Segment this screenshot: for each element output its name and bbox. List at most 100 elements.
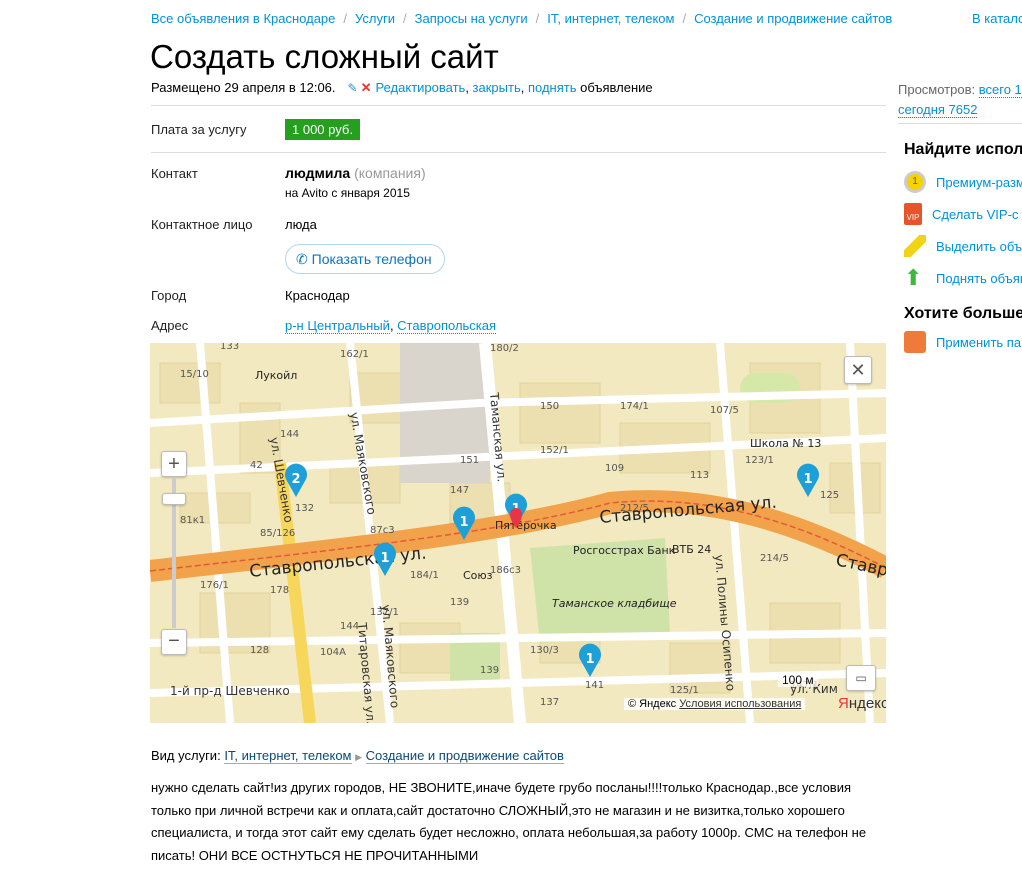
poi-pyaterochka: Пятёрочка xyxy=(495,519,557,532)
district-link[interactable]: р-н Центральный xyxy=(285,318,390,334)
views-total[interactable]: всего 1 xyxy=(978,82,1022,98)
svg-text:150: 150 xyxy=(540,401,559,412)
vip-item[interactable]: VIP Сделать VIP-с xyxy=(904,198,1022,230)
city-value: Краснодар xyxy=(285,288,350,303)
person-name: люда xyxy=(285,217,317,232)
highlight-item[interactable]: Выделить объ xyxy=(904,230,1022,262)
yandex-logo: Яндекс xyxy=(838,695,886,712)
divider xyxy=(898,123,1022,124)
views-today[interactable]: сегодня 7652 xyxy=(898,102,978,118)
raise-ad-link[interactable]: Поднять объяв xyxy=(936,271,1022,286)
zoom-out-button[interactable]: − xyxy=(161,629,187,655)
divider xyxy=(151,152,886,153)
poi-vtb: ВТБ 24 xyxy=(672,543,711,556)
contact-name[interactable]: людмила xyxy=(285,165,350,181)
separator: / xyxy=(682,11,687,26)
separator: / xyxy=(535,11,540,26)
poi-school: Школа № 13 xyxy=(750,437,821,450)
vip-link[interactable]: Сделать VIP-с xyxy=(932,207,1018,222)
zoom-slider-handle[interactable] xyxy=(162,493,186,505)
divider xyxy=(151,105,886,106)
map-marker-count: 1 xyxy=(459,515,468,530)
breadcrumb-websites[interactable]: Создание и продвижение сайтов xyxy=(694,11,892,26)
package-item[interactable]: Применить па xyxy=(904,326,1022,358)
zoom-in-button[interactable]: + xyxy=(161,451,187,477)
separator: / xyxy=(403,11,407,26)
contact-label: Контакт xyxy=(151,166,198,181)
more-heading: Хотите больше xyxy=(904,305,1022,322)
svg-text:180/2: 180/2 xyxy=(490,343,519,354)
svg-text:87с3: 87с3 xyxy=(370,525,395,536)
breadcrumb-requests[interactable]: Запросы на услуги xyxy=(415,11,528,26)
terms-link[interactable]: Условия использования xyxy=(679,698,801,710)
svg-text:125/1: 125/1 xyxy=(670,685,699,696)
page-title: Создать сложный сайт xyxy=(150,38,499,75)
street-link[interactable]: Ставропольская xyxy=(397,318,497,334)
city-label: Город xyxy=(151,288,187,303)
raise-item[interactable]: ⬆ Поднять объяв xyxy=(904,262,1022,294)
svg-text:184/1: 184/1 xyxy=(410,570,439,581)
map-canvas: 15/10 133 162/1 180/2 150 174/1 107/5 144 151 152… xyxy=(150,343,886,723)
package-box-icon xyxy=(904,331,926,353)
show-phone-label: Показать телефон xyxy=(311,251,432,267)
svg-text:152/1: 152/1 xyxy=(540,445,569,456)
contact-since: на Avito с января 2015 xyxy=(285,186,410,200)
svg-text:104А: 104А xyxy=(320,647,346,658)
map-marker-count: 1 xyxy=(803,472,812,487)
up-arrow-icon: ⬆ xyxy=(904,265,923,290)
svg-text:125: 125 xyxy=(820,490,839,501)
show-phone-button[interactable]: ✆ Показать телефон xyxy=(285,244,445,274)
meta-suffix: объявление xyxy=(580,80,653,95)
promo-sidebar: Найдите испол быстрее! 1 Премиум-разм VIP… xyxy=(904,138,1022,358)
close-link[interactable]: закрыть xyxy=(473,80,521,95)
catalog-link[interactable]: В катало xyxy=(972,11,1022,26)
map-marker-count: 1 xyxy=(380,551,389,566)
price-badge: 1 000 руб. xyxy=(285,119,360,140)
poi-cemetery: Таманское кладбище xyxy=(552,597,677,610)
breadcrumb-services[interactable]: Услуги xyxy=(355,11,395,26)
contact: людмила (компания) xyxy=(285,165,426,181)
map-copyright: © Яндекс Условия использования xyxy=(624,698,806,710)
contact-type: (компания) xyxy=(354,165,426,181)
map-marker-count: 1 xyxy=(585,652,594,667)
address-label: Адрес xyxy=(151,318,189,333)
pencil-icon: ✎ xyxy=(347,81,358,95)
close-x-icon: ✕ xyxy=(360,80,372,95)
highlighter-icon xyxy=(904,235,926,257)
svg-text:113: 113 xyxy=(690,470,709,481)
premium-item[interactable]: 1 Премиум-разм xyxy=(904,166,1022,198)
breadcrumb: Все объявления в Краснодаре / Услуги / Запро… xyxy=(151,11,892,26)
svg-text:151: 151 xyxy=(460,455,479,466)
svg-text:139: 139 xyxy=(450,597,469,608)
breadcrumb-all-ads[interactable]: Все объявления в Краснодаре xyxy=(151,11,335,26)
svg-text:214/5: 214/5 xyxy=(760,553,789,564)
map[interactable]: 15/10 133 162/1 180/2 150 174/1 107/5 144 151 152… xyxy=(150,343,886,723)
svg-text:130/3: 130/3 xyxy=(530,645,559,656)
service-type: Вид услуги: IT, интернет, телеком ▶ Созд… xyxy=(151,748,564,764)
views-counter: Просмотров: всего 1 сегодня 7652 xyxy=(898,80,1022,120)
svg-text:123/1: 123/1 xyxy=(745,455,774,466)
views-label: Просмотров: xyxy=(898,82,976,97)
service-subcategory-link[interactable]: Создание и продвижение сайтов xyxy=(365,748,564,764)
scale-bar: 100 м xyxy=(778,673,818,687)
arrow-right-icon: ▶ xyxy=(355,752,363,762)
svg-text:186с3: 186с3 xyxy=(490,565,521,576)
separator: / xyxy=(343,11,348,26)
posted-date: Размещено 29 апреля в 12:06. xyxy=(151,80,336,95)
svg-text:132: 132 xyxy=(295,503,314,514)
ruler-button[interactable]: ▭ xyxy=(846,665,876,691)
raise-link[interactable]: поднять xyxy=(528,80,577,95)
edit-link[interactable]: Редактировать xyxy=(376,80,466,95)
svg-text:128: 128 xyxy=(250,645,269,656)
poi-lukoil: Лукойл xyxy=(255,369,297,382)
breadcrumb-it[interactable]: IT, интернет, телеком xyxy=(547,11,674,26)
premium-link[interactable]: Премиум-разм xyxy=(936,175,1022,190)
package-link[interactable]: Применить па xyxy=(936,335,1021,350)
map-marker-count: 2 xyxy=(291,472,300,487)
service-category-link[interactable]: IT, интернет, телеком xyxy=(224,748,352,764)
phone-icon: ✆ xyxy=(296,251,308,267)
svg-text:81к1: 81к1 xyxy=(180,515,205,526)
highlight-link[interactable]: Выделить объ xyxy=(936,239,1022,254)
svg-text:144: 144 xyxy=(280,429,299,440)
close-map-button[interactable]: ✕ xyxy=(844,356,872,384)
